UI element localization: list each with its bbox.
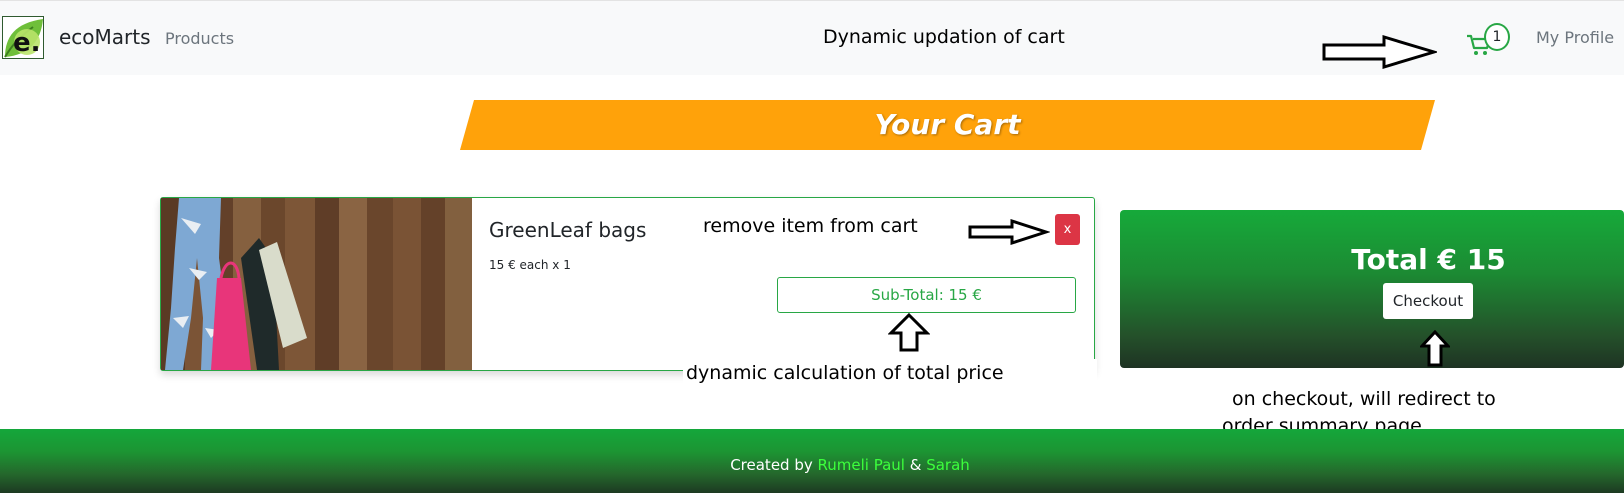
product-name: GreenLeaf bags bbox=[489, 218, 647, 242]
annotation-dynamic-updation: Dynamic updation of cart bbox=[823, 26, 1065, 48]
remove-item-button[interactable]: x bbox=[1055, 214, 1080, 245]
annotation-arrow-right-icon bbox=[968, 218, 1050, 246]
author-link-rumeli-paul[interactable]: Rumeli Paul bbox=[818, 456, 905, 474]
annotation-arrow-up-icon bbox=[1420, 330, 1450, 367]
cart-title: Your Cart bbox=[874, 108, 1021, 141]
footer-separator: & bbox=[904, 456, 927, 474]
total-summary-card bbox=[1120, 210, 1624, 368]
logo-letter: e. bbox=[13, 28, 41, 58]
brand-name[interactable]: ecoMarts bbox=[59, 25, 151, 49]
total-amount: Total € 15 bbox=[1351, 243, 1506, 276]
footer-prefix: Created by bbox=[730, 456, 818, 474]
footer-credits: Created by Rumeli Paul & Sarah bbox=[0, 456, 1624, 474]
checkout-button[interactable]: Checkout bbox=[1383, 283, 1473, 319]
navbar: e. ecoMarts Products Dynamic updation of… bbox=[0, 0, 1624, 75]
annotation-arrow-right-icon bbox=[1322, 34, 1437, 70]
product-quantity: 15 € each x 1 bbox=[489, 258, 571, 272]
nav-link-my-profile[interactable]: My Profile bbox=[1536, 28, 1614, 47]
annotation-dynamic-price: dynamic calculation of total price bbox=[686, 362, 1004, 384]
author-link-sarah[interactable]: Sarah bbox=[926, 456, 970, 474]
product-image bbox=[161, 198, 472, 370]
subtotal-display: Sub-Total: 15 € bbox=[777, 277, 1076, 313]
cart-count-badge: 1 bbox=[1484, 23, 1510, 51]
annotation-arrow-up-icon bbox=[888, 313, 930, 352]
annotation-remove-item: remove item from cart bbox=[703, 215, 918, 237]
ecomarts-logo[interactable]: e. bbox=[2, 16, 44, 59]
nav-link-products[interactable]: Products bbox=[165, 29, 234, 48]
